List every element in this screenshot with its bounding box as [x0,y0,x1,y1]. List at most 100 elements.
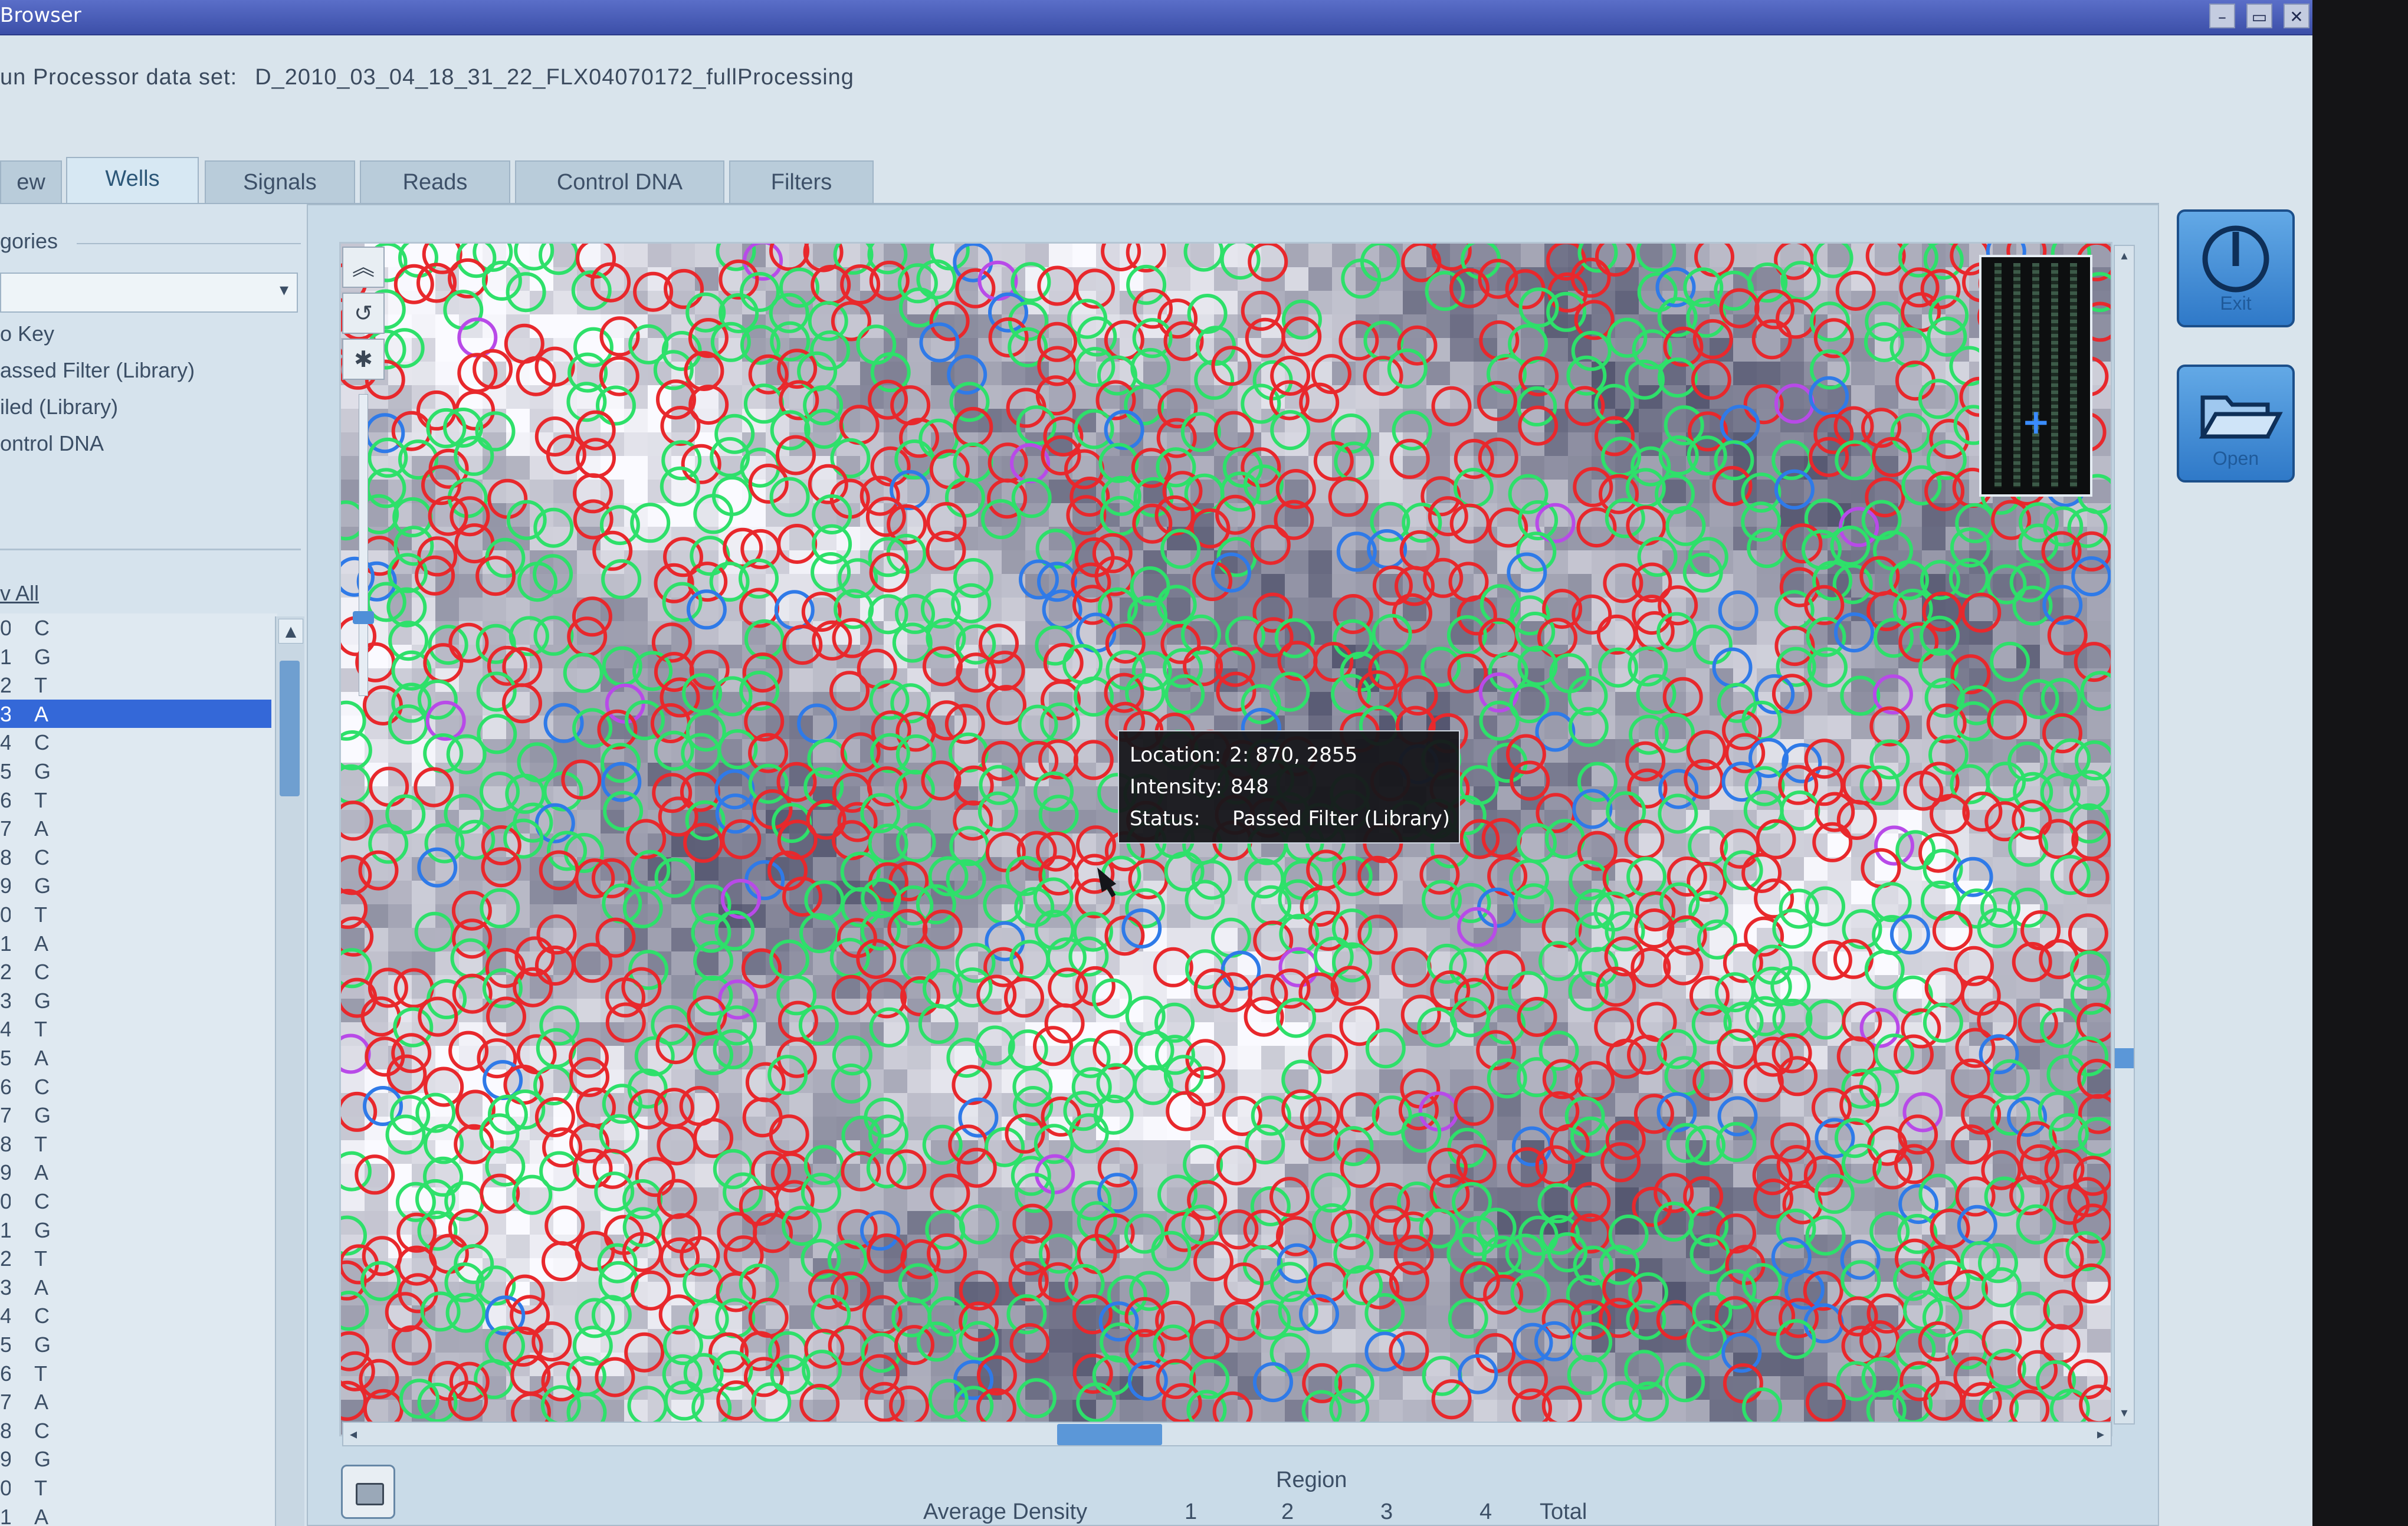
scroll-down-arrow-icon[interactable]: ▾ [2116,1404,2133,1422]
flow-row[interactable]: 0T [0,900,271,928]
flow-list[interactable]: 0C1G2T3A4C5G6T7A8C9G0T1A2C3G4T5A6C7G8T9A… [0,613,277,1526]
flow-base: G [34,644,51,669]
categories-divider [77,243,301,244]
flow-row[interactable]: 8C [0,1416,271,1445]
flow-row[interactable]: 5A [0,1043,271,1072]
flow-row[interactable]: 9G [0,1445,271,1473]
flow-base: A [34,1390,49,1415]
snapshot-button[interactable] [341,1465,395,1519]
tooltip-location: Location: 2: 870, 2855 [1130,743,1357,767]
flow-row[interactable]: 2T [0,1244,271,1272]
flow-number: 1 [0,931,11,956]
flow-row[interactable]: 7G [0,1101,271,1129]
flow-row[interactable]: 1A [0,929,271,957]
tooltip-location-label: Location: [1130,743,1222,767]
horizontal-scrollbar[interactable]: ◂ ▸ [342,1422,2112,1446]
scroll-left-arrow-icon[interactable]: ◂ [345,1425,362,1443]
categories-dropdown[interactable]: ▾ [0,273,298,313]
flow-row[interactable]: 6T [0,786,271,814]
scroll-up-arrow-icon[interactable]: ▴ [2116,247,2133,265]
flow-number: 0 [0,903,11,927]
minimap-strip [2013,263,2020,487]
flow-row[interactable]: 9A [0,1158,271,1186]
rotate-icon[interactable]: ↺ [342,293,385,334]
legend-passed-filter[interactable]: assed Filter (Library) [0,358,195,383]
flow-base: G [34,1217,51,1242]
flow-row[interactable]: 0C [0,1187,271,1215]
flow-base: T [34,787,47,812]
flow-row[interactable]: 7A [0,1387,271,1416]
tab-reads[interactable]: Reads [360,160,510,204]
window-title: Browser [0,4,81,27]
maximize-button[interactable]: ▭ [2246,4,2272,28]
open-button[interactable]: Open [2177,365,2295,483]
flow-list-scrollbar[interactable]: ▲ [275,616,304,1526]
vertical-scroll-thumb[interactable] [2115,1048,2134,1068]
flow-row[interactable]: 0T [0,1474,271,1502]
exit-label: Exit [2220,293,2252,314]
minimap-strip [2032,263,2039,487]
flow-base: G [34,1333,51,1357]
average-density-label: Average Density [923,1499,1088,1524]
flow-row[interactable]: 0C [0,613,271,642]
flow-number: 1 [0,1504,11,1526]
flow-base: G [34,1447,51,1472]
flow-base: A [34,1504,49,1526]
scroll-up-arrow-icon[interactable]: ▲ [278,619,303,644]
flow-row[interactable]: 3G [0,986,271,1015]
horizontal-scroll-thumb[interactable] [1057,1424,1162,1445]
flow-base: A [34,931,49,956]
flow-row[interactable]: 1G [0,642,271,671]
flow-row[interactable]: 9G [0,871,271,900]
flow-row[interactable]: 6C [0,1072,271,1101]
exit-button[interactable]: Exit [2177,209,2295,327]
flow-base: G [34,874,51,898]
flow-row[interactable]: 4T [0,1015,271,1043]
flow-base: T [34,1246,47,1271]
flow-row[interactable]: 1A [0,1502,271,1526]
tooltip-status-value: Passed Filter (Library) [1232,807,1450,831]
tab-filters[interactable]: Filters [729,160,874,204]
flow-row[interactable]: 8T [0,1130,271,1158]
minimize-button[interactable]: – [2209,4,2235,28]
open-label: Open [2212,448,2259,469]
flow-base: G [34,1103,51,1128]
flow-base: C [34,960,50,984]
legend-control-dna[interactable]: ontrol DNA [0,431,104,456]
flow-number: 7 [0,1103,11,1128]
tab-control-dna[interactable]: Control DNA [515,160,724,204]
flow-row[interactable]: 8C [0,843,271,871]
flow-row[interactable]: 1G [0,1216,271,1244]
double-chevron-up-icon[interactable]: ︽ [342,247,385,288]
zoom-slider-thumb[interactable] [353,611,374,624]
bug-icon[interactable]: ✱ [342,339,385,380]
title-bar: Browser – ▭ ✕ [0,0,2312,35]
flow-base: A [34,1046,49,1070]
tab-overview[interactable]: ew [0,160,62,204]
flow-row[interactable]: 4C [0,1301,271,1330]
scroll-right-arrow-icon[interactable]: ▸ [2092,1425,2110,1443]
minimap[interactable]: + [1979,255,2092,497]
flow-row[interactable]: 6T [0,1359,271,1387]
flow-row[interactable]: 5G [0,757,271,785]
app-window: Browser – ▭ ✕ un Processor data set: D_20… [0,0,2312,1526]
flow-row[interactable]: 4C [0,728,271,756]
flow-row[interactable]: 3A [0,699,271,728]
tooltip-intensity-value: 848 [1230,775,1269,799]
flow-number: 3 [0,701,11,726]
scroll-thumb[interactable] [280,661,300,796]
tab-signals[interactable]: Signals [205,160,355,204]
vertical-scrollbar[interactable]: ▴ ▾ [2114,245,2135,1425]
flow-base: A [34,816,49,841]
legend-no-key[interactable]: o Key [0,321,54,346]
show-all-link[interactable]: v All [0,581,39,606]
flow-row[interactable]: 7A [0,814,271,842]
flow-row[interactable]: 2C [0,957,271,986]
zoom-slider[interactable] [359,394,368,696]
flow-row[interactable]: 3A [0,1273,271,1301]
tab-wells[interactable]: Wells [66,157,199,204]
flow-row[interactable]: 5G [0,1330,271,1358]
legend-failed[interactable]: iled (Library) [0,395,118,419]
flow-row[interactable]: 2T [0,671,271,699]
close-button[interactable]: ✕ [2284,4,2309,28]
